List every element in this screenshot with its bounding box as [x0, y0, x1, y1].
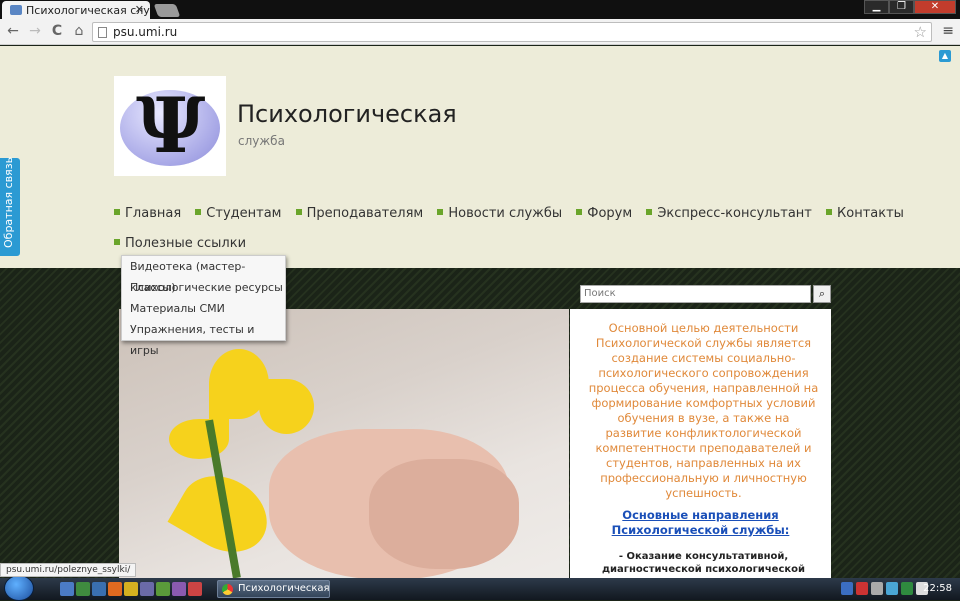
maximize-button[interactable]: ❐ — [889, 0, 914, 14]
home-icon[interactable]: ⌂ — [70, 23, 88, 39]
quick-launch-icon[interactable] — [108, 582, 122, 596]
hero-photo — [119, 309, 569, 578]
tab-title: Психологическая служба — [26, 4, 150, 17]
search-icon: ⌕ — [818, 287, 826, 300]
photo-flower-2 — [259, 379, 314, 434]
minimize-button[interactable]: ▁ — [864, 0, 889, 14]
nav-item-news[interactable]: Новости службы — [437, 206, 562, 221]
dropdown-item-resources[interactable]: Психологические ресурсы — [122, 277, 285, 298]
tray-icon[interactable] — [856, 582, 868, 595]
browser-toolbar: ← → C ⌂ psu.umi.ru ☆ ≡ — [0, 19, 960, 45]
quick-launch-icon[interactable] — [60, 582, 74, 596]
web-page: Ψ Психологическая служба Главная Студент… — [0, 46, 960, 578]
main-nav: Главная Студентам Преподавателям Новости… — [114, 206, 914, 221]
main-nav-row-2: Полезные ссылки — [114, 236, 246, 251]
bookmark-star-icon[interactable]: ☆ — [914, 23, 927, 41]
dropdown-item-exercises[interactable]: Упражнения, тесты и игры — [122, 319, 285, 357]
address-bar[interactable]: psu.umi.ru ☆ — [92, 22, 932, 42]
dropdown-item-media[interactable]: Материалы СМИ — [122, 298, 285, 319]
nav-item-students[interactable]: Студентам — [195, 206, 281, 221]
quick-launch-icon[interactable] — [156, 582, 170, 596]
quick-launch-icon[interactable] — [140, 582, 154, 596]
search-button[interactable]: ⌕ — [813, 285, 831, 303]
site-title[interactable]: Психологическая — [237, 100, 457, 128]
taskbar-browser-task[interactable]: Психологическая с... — [217, 580, 330, 598]
window-controls: ▁ ❐ ✕ — [864, 0, 956, 15]
forward-icon[interactable]: → — [26, 23, 44, 39]
nav-item-express-consultant[interactable]: Экспресс-консультант — [646, 206, 812, 221]
quick-launch-icon[interactable] — [92, 582, 106, 596]
chrome-icon — [222, 584, 233, 595]
useful-links-dropdown: Видеотека (мастер-классы) Психологически… — [121, 255, 286, 357]
tab-close-icon[interactable]: ✕ — [135, 3, 144, 16]
quick-launch-icon[interactable] — [124, 582, 138, 596]
site-subtitle: служба — [238, 134, 285, 148]
scroll-up-icon[interactable]: ▲ — [939, 50, 951, 62]
photo-hand-2 — [369, 459, 519, 569]
site-favicon-icon — [10, 5, 22, 15]
quick-launch-icon[interactable] — [76, 582, 90, 596]
status-bar: psu.umi.ru/poleznye_ssylki/ — [0, 563, 137, 577]
quick-launch — [60, 582, 202, 596]
start-button[interactable] — [4, 575, 34, 601]
browser-titlebar: Психологическая служба ✕ ▁ ❐ ✕ — [0, 0, 960, 19]
mission-panel: Основной целью деятельности Психологичес… — [570, 309, 831, 578]
new-tab-button[interactable] — [153, 4, 181, 17]
browser-tab[interactable]: Психологическая служба ✕ — [2, 1, 150, 19]
directions-link[interactable]: Основные направления Психологической слу… — [570, 508, 831, 538]
browser-menu-icon[interactable]: ≡ — [942, 23, 954, 39]
direction-item: - Оказание консультативной, диагностичес… — [601, 551, 806, 578]
quick-launch-icon[interactable] — [172, 582, 186, 596]
close-window-button[interactable]: ✕ — [914, 0, 956, 14]
nav-item-useful-links[interactable]: Полезные ссылки — [114, 236, 246, 251]
tray-icon[interactable] — [841, 582, 853, 595]
page-icon — [98, 27, 107, 38]
reload-icon[interactable]: C — [48, 23, 66, 39]
nav-item-contacts[interactable]: Контакты — [826, 206, 904, 221]
nav-item-home[interactable]: Главная — [114, 206, 181, 221]
taskbar-clock[interactable]: 22:58 — [923, 583, 952, 594]
mission-text: Основной целью деятельности Психологичес… — [588, 321, 819, 500]
windows-taskbar: Психологическая с... 22:58 — [0, 575, 960, 601]
site-logo[interactable]: Ψ — [114, 76, 226, 176]
photo-flower-3 — [169, 419, 229, 459]
nav-item-teachers[interactable]: Преподавателям — [296, 206, 424, 221]
system-tray — [841, 582, 928, 595]
nav-item-forum[interactable]: Форум — [576, 206, 632, 221]
address-url: psu.umi.ru — [113, 25, 178, 39]
feedback-tab[interactable]: Обратная связь — [0, 156, 20, 256]
tray-icon[interactable] — [886, 582, 898, 595]
feedback-label: Обратная связь — [2, 156, 15, 248]
tray-icon[interactable] — [901, 582, 913, 595]
dropdown-item-video[interactable]: Видеотека (мастер-классы) — [122, 256, 285, 294]
site-header: Ψ Психологическая служба Главная Студент… — [0, 46, 960, 268]
tray-icon[interactable] — [871, 582, 883, 595]
back-icon[interactable]: ← — [4, 23, 22, 39]
search-input[interactable]: Поиск — [580, 285, 811, 303]
psi-logo-icon: Ψ — [136, 81, 206, 170]
quick-launch-icon[interactable] — [188, 582, 202, 596]
taskbar-task-label: Психологическая с... — [238, 583, 330, 594]
